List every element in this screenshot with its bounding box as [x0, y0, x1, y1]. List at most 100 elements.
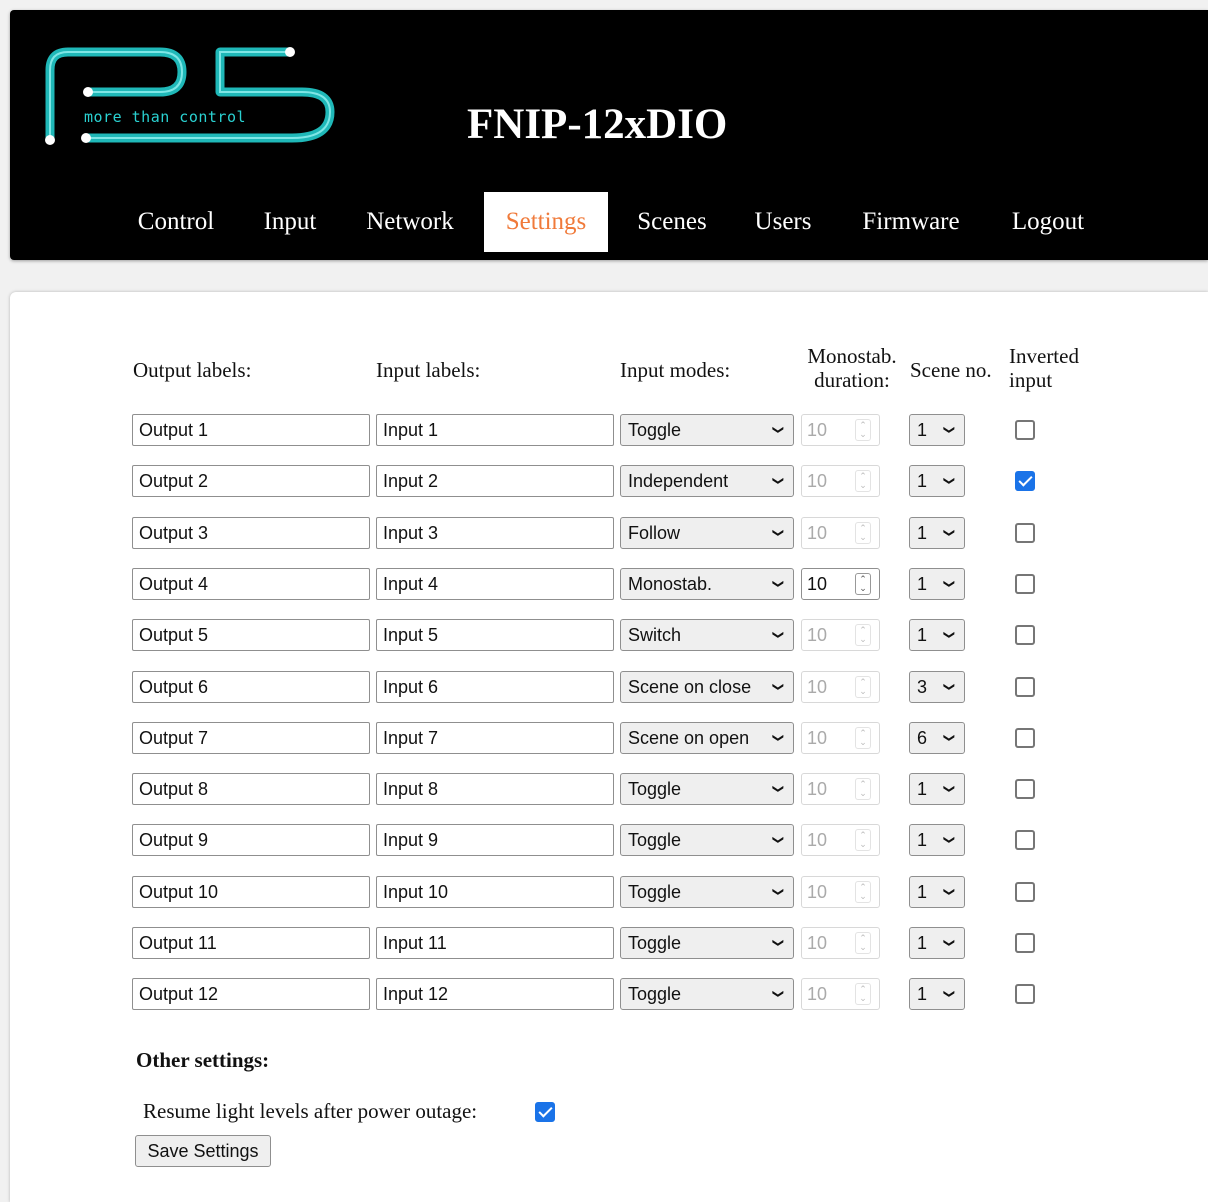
chevron-down-icon: ❯ — [943, 579, 957, 589]
inverted-input-checkbox[interactable] — [1015, 574, 1035, 594]
output-labels-header: Output labels: — [133, 358, 252, 382]
scene-number-select[interactable]: 3 ❯ — [909, 671, 965, 703]
monostab-header-line1: Monostab. — [807, 344, 897, 368]
scene-number-select[interactable]: 1 ❯ — [909, 876, 965, 908]
scene-number-select[interactable]: 1 ❯ — [909, 414, 965, 446]
scene-number-value: 3 — [917, 677, 928, 697]
input-mode-select[interactable]: Toggle ❯ — [620, 978, 794, 1010]
output-label-input[interactable]: Output 1 — [132, 414, 370, 446]
resume-light-levels-checkbox[interactable] — [535, 1102, 555, 1122]
input-mode-select[interactable]: Independent ❯ — [620, 465, 794, 497]
nav-control[interactable]: Control — [125, 192, 227, 252]
spinner-arrows-icon: ⌃ ⌄ — [855, 829, 871, 851]
scene-number-select[interactable]: 1 ❯ — [909, 927, 965, 959]
input-mode-value: Scene on open — [628, 728, 750, 748]
input-mode-select[interactable]: Switch ❯ — [620, 619, 794, 651]
inverted-input-checkbox[interactable] — [1015, 677, 1035, 697]
output-label-input[interactable]: Output 12 — [132, 978, 370, 1010]
input-label-input[interactable]: Input 8 — [376, 773, 614, 805]
scene-number-select[interactable]: 1 ❯ — [909, 773, 965, 805]
output-label-input[interactable]: Output 2 — [132, 465, 370, 497]
input-mode-select[interactable]: Toggle ❯ — [620, 414, 794, 446]
settings-row: Output 5 Input 5 Switch ❯ 10 ⌃ ⌄ 1 ❯ — [10, 619, 1208, 653]
input-label-input[interactable]: Input 11 — [376, 927, 614, 959]
inverted-header-line2: input — [1009, 368, 1053, 392]
settings-row: Output 1 Input 1 Toggle ❯ 10 ⌃ ⌄ 1 ❯ — [10, 414, 1208, 448]
inverted-input-checkbox[interactable] — [1015, 728, 1035, 748]
scene-number-select[interactable]: 1 ❯ — [909, 978, 965, 1010]
inverted-input-checkbox[interactable] — [1015, 984, 1035, 1004]
inverted-input-checkbox[interactable] — [1015, 471, 1035, 491]
chevron-down-icon: ❯ — [943, 476, 957, 486]
chevron-down-icon: ❯ — [772, 887, 786, 897]
nav-input[interactable]: Input — [245, 192, 335, 252]
monostab-duration-input[interactable]: 10 ⌃ ⌄ — [801, 568, 880, 600]
chevron-down-icon: ❯ — [943, 835, 957, 845]
scene-number-select[interactable]: 6 ❯ — [909, 722, 965, 754]
input-label-input[interactable]: Input 1 — [376, 414, 614, 446]
input-mode-select[interactable]: Scene on open ❯ — [620, 722, 794, 754]
monostab-duration-input: 10 ⌃ ⌄ — [801, 722, 880, 754]
output-label-input[interactable]: Output 3 — [132, 517, 370, 549]
save-settings-button[interactable]: Save Settings — [135, 1135, 271, 1167]
input-label-input[interactable]: Input 4 — [376, 568, 614, 600]
input-mode-select[interactable]: Toggle ❯ — [620, 876, 794, 908]
input-mode-select[interactable]: Toggle ❯ — [620, 927, 794, 959]
input-mode-value: Toggle — [628, 933, 682, 953]
input-label-input[interactable]: Input 7 — [376, 722, 614, 754]
inverted-input-checkbox[interactable] — [1015, 779, 1035, 799]
input-mode-select[interactable]: Toggle ❯ — [620, 824, 794, 856]
input-label-input[interactable]: Input 9 — [376, 824, 614, 856]
output-label-input[interactable]: Output 5 — [132, 619, 370, 651]
input-label-input[interactable]: Input 6 — [376, 671, 614, 703]
nav-firmware[interactable]: Firmware — [848, 192, 974, 252]
nav-network[interactable]: Network — [355, 192, 465, 252]
output-label-input[interactable]: Output 7 — [132, 722, 370, 754]
nav-users[interactable]: Users — [742, 192, 824, 252]
input-mode-value: Toggle — [628, 830, 682, 850]
input-mode-value: Monostab. — [628, 574, 713, 594]
monostab-duration-value: 10 — [807, 523, 828, 543]
chevron-down-icon: ❯ — [943, 938, 957, 948]
chevron-down-icon: ❯ — [943, 682, 957, 692]
scene-number-select[interactable]: 1 ❯ — [909, 619, 965, 651]
input-mode-select[interactable]: Follow ❯ — [620, 517, 794, 549]
output-label-input[interactable]: Output 6 — [132, 671, 370, 703]
input-label-input[interactable]: Input 12 — [376, 978, 614, 1010]
nav-settings[interactable]: Settings — [484, 192, 608, 252]
inverted-input-checkbox[interactable] — [1015, 882, 1035, 902]
scene-number-select[interactable]: 1 ❯ — [909, 517, 965, 549]
output-label-input[interactable]: Output 8 — [132, 773, 370, 805]
input-mode-select[interactable]: Monostab. ❯ — [620, 568, 794, 600]
scene-number-value: 1 — [917, 933, 928, 953]
input-mode-value: Independent — [628, 471, 729, 491]
inverted-input-checkbox[interactable] — [1015, 625, 1035, 645]
inverted-input-checkbox[interactable] — [1015, 830, 1035, 850]
input-mode-value: Scene on close — [628, 677, 752, 697]
input-label-input[interactable]: Input 10 — [376, 876, 614, 908]
nav-scenes[interactable]: Scenes — [622, 192, 722, 252]
inverted-input-checkbox[interactable] — [1015, 420, 1035, 440]
spinner-arrows-icon: ⌃ ⌄ — [855, 573, 871, 595]
input-mode-value: Switch — [628, 625, 682, 645]
inverted-input-checkbox[interactable] — [1015, 933, 1035, 953]
input-mode-value: Toggle — [628, 420, 682, 440]
scene-number-select[interactable]: 1 ❯ — [909, 465, 965, 497]
input-label-input[interactable]: Input 5 — [376, 619, 614, 651]
output-label-input[interactable]: Output 9 — [132, 824, 370, 856]
input-label-input[interactable]: Input 3 — [376, 517, 614, 549]
output-label-input[interactable]: Output 11 — [132, 927, 370, 959]
output-label-input[interactable]: Output 10 — [132, 876, 370, 908]
scene-number-select[interactable]: 1 ❯ — [909, 824, 965, 856]
scene-number-select[interactable]: 1 ❯ — [909, 568, 965, 600]
input-label-input[interactable]: Input 2 — [376, 465, 614, 497]
inverted-input-checkbox[interactable] — [1015, 523, 1035, 543]
settings-row: Output 4 Input 4 Monostab. ❯ 10 ⌃ ⌄ 1 ❯ — [10, 568, 1208, 602]
output-label-input[interactable]: Output 4 — [132, 568, 370, 600]
nav-logout[interactable]: Logout — [996, 192, 1100, 252]
input-mode-select[interactable]: Toggle ❯ — [620, 773, 794, 805]
input-mode-select[interactable]: Scene on close ❯ — [620, 671, 794, 703]
chevron-down-icon: ❯ — [772, 784, 786, 794]
chevron-down-icon: ❯ — [943, 425, 957, 435]
p5-logo-graphic — [45, 47, 335, 145]
